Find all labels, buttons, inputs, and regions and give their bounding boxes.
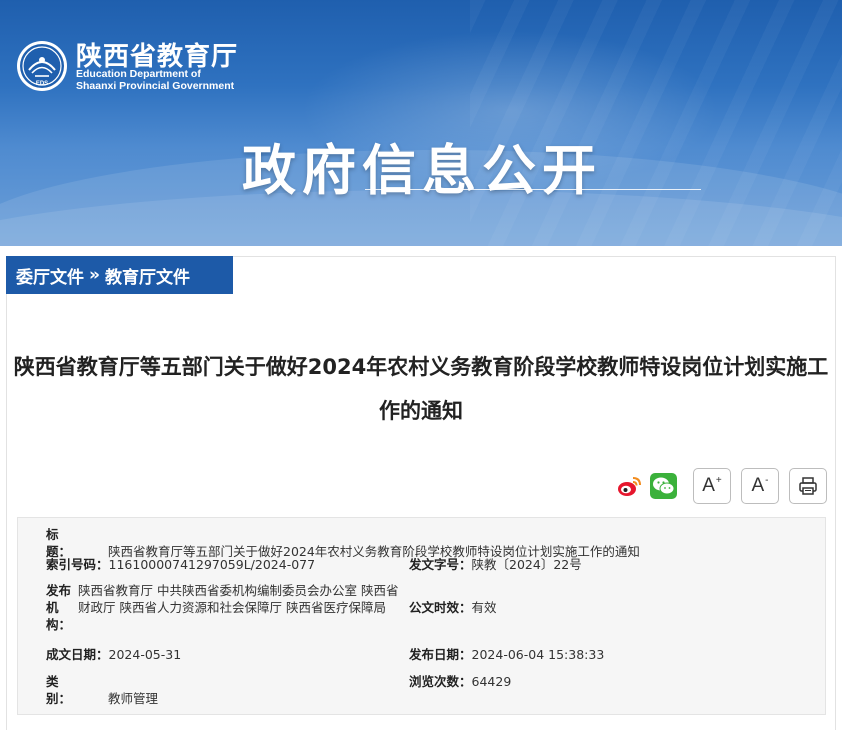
meta-views-value: 64429 [471,674,512,689]
meta-issuer-value: 陕西省教育厅 中共陕西省委机构编制委员会办公室 陕西省财政厅 陕西省人力资源和社… [78,583,399,615]
meta-made-date-label: 成文日期： [46,647,109,662]
font-decrease-button[interactable]: A- [741,468,779,504]
font-decrease-sup: - [765,474,769,486]
meta-index-row: 索引号码：11610000741297059L/2024-077 [46,556,315,573]
meta-category-label: 类 别： [46,674,84,706]
meta-made-date-row: 成文日期：2024-05-31 [46,646,181,663]
org-name-en-line2: Shaanxi Provincial Government [76,80,235,92]
meta-category-row: 类 别： 教师管理 [46,673,158,707]
wechat-share-icon[interactable] [650,473,677,499]
logo-text: EDS [36,81,48,87]
printer-icon [799,477,817,495]
meta-docno-value: 陕教〔2024〕22号 [471,557,582,572]
document-metadata: 标 题： 陕西省教育厅等五部门关于做好2024年农村义务教育阶段学校教师特设岗位计… [17,517,826,715]
print-button[interactable] [789,468,827,504]
meta-docno-row: 发文字号：陕教〔2024〕22号 [409,556,582,573]
education-department-logo-icon[interactable]: EDS [16,40,68,92]
meta-validity-value: 有效 [471,600,497,615]
meta-views-label: 浏览次数： [409,674,472,689]
meta-title-label: 标 题： [46,527,84,559]
breadcrumb-item-department-files[interactable]: 教育厅文件 [105,263,190,288]
font-increase-label: A [702,475,715,496]
header-banner: EDS 陕西省教育厅 Education Department of Shaan… [0,0,842,246]
breadcrumb-item-committee-files[interactable]: 委厅文件 [16,263,84,288]
meta-issuer-label: 发布机构： [46,583,72,632]
breadcrumb-separator: » [89,265,100,285]
wechat-bubbles-icon [653,477,675,495]
weibo-share-icon[interactable] [616,473,642,499]
meta-index-label: 索引号码： [46,557,109,572]
meta-index-value: 11610000741297059L/2024-077 [108,557,316,572]
banner-stripes [470,0,842,246]
meta-category-value: 教师管理 [108,691,159,706]
meta-title-row: 标 题： 陕西省教育厅等五部门关于做好2024年农村义务教育阶段学校教师特设岗位计… [46,526,640,560]
banner-title: 政府信息公开 [242,139,602,202]
meta-publish-date-value: 2024-06-04 15:38:33 [471,647,605,662]
meta-docno-label: 发文字号： [409,557,472,572]
font-increase-sup: + [715,474,722,486]
banner-title-underline [365,189,701,190]
meta-validity-row: 公文时效：有效 [409,599,497,616]
font-increase-button[interactable]: A + [693,468,731,504]
meta-publish-date-row: 发布日期：2024-06-04 15:38:33 [409,646,604,663]
meta-validity-label: 公文时效： [409,600,472,615]
breadcrumb: 委厅文件 » 教育厅文件 [6,256,233,294]
font-decrease-label: A [751,475,765,496]
meta-made-date-value: 2024-05-31 [108,647,182,662]
org-name-en-line1: Education Department of [76,68,201,80]
meta-views-row: 浏览次数：64429 [409,673,511,690]
meta-publish-date-label: 发布日期： [409,647,472,662]
document-title: 陕西省教育厅等五部门关于做好2024年农村义务教育阶段学校教师特设岗位计划实施工… [13,355,829,423]
